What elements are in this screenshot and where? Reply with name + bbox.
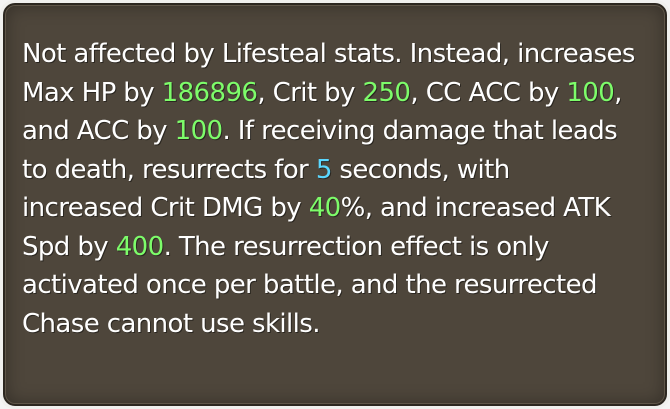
- text-segment: and ACC by: [22, 116, 175, 146]
- text-segment: seconds, with: [331, 154, 510, 185]
- text-segment: Chase cannot use skills.: [22, 308, 321, 339]
- description-line-7: activated once per battle, and the resur…: [22, 266, 662, 305]
- cc-acc-value: 100: [566, 77, 615, 108]
- text-segment: %, and increased ATK: [340, 193, 611, 223]
- atk-spd-value: 400: [115, 231, 164, 262]
- skill-description-text: Not affected by Lifesteal stats. Instead…: [22, 35, 662, 343]
- text-segment: to death, resurrects for: [22, 154, 316, 185]
- text-segment: increased Crit DMG by: [22, 193, 309, 223]
- skill-description-panel: Not affected by Lifesteal stats. Instead…: [3, 3, 667, 406]
- text-segment: . The resurrection effect is only: [163, 231, 550, 262]
- text-segment: Spd by: [22, 231, 116, 262]
- tooltip-frame: Not affected by Lifesteal stats. Instead…: [0, 0, 670, 409]
- description-line-1: Not affected by Lifesteal stats. Instead…: [22, 35, 662, 74]
- text-segment: Max HP by: [22, 77, 162, 108]
- text-segment: , CC ACC by: [410, 77, 567, 108]
- description-line-5: increased Crit DMG by 40%, and increased…: [22, 189, 662, 228]
- text-segment: , Crit by: [257, 77, 363, 108]
- description-line-6: Spd by 400. The resurrection effect is o…: [22, 228, 662, 267]
- crit-dmg-value: 40: [308, 193, 341, 223]
- description-line-8: Chase cannot use skills.: [22, 305, 662, 344]
- acc-value: 100: [174, 116, 223, 146]
- resurrect-duration-value: 5: [315, 154, 333, 185]
- text-segment: ,: [614, 77, 622, 108]
- description-line-3: and ACC by 100. If receiving damage that…: [22, 112, 662, 151]
- text-segment: activated once per battle, and the resur…: [22, 270, 597, 300]
- description-line-4: to death, resurrects for 5 seconds, with: [22, 151, 662, 190]
- text-segment: Not affected by Lifesteal stats. Instead…: [22, 39, 635, 69]
- max-hp-value: 186896: [161, 77, 258, 108]
- text-segment: . If receiving damage that leads: [222, 116, 618, 146]
- crit-value: 250: [362, 77, 411, 108]
- description-line-2: Max HP by 186896, Crit by 250, CC ACC by…: [22, 74, 662, 113]
